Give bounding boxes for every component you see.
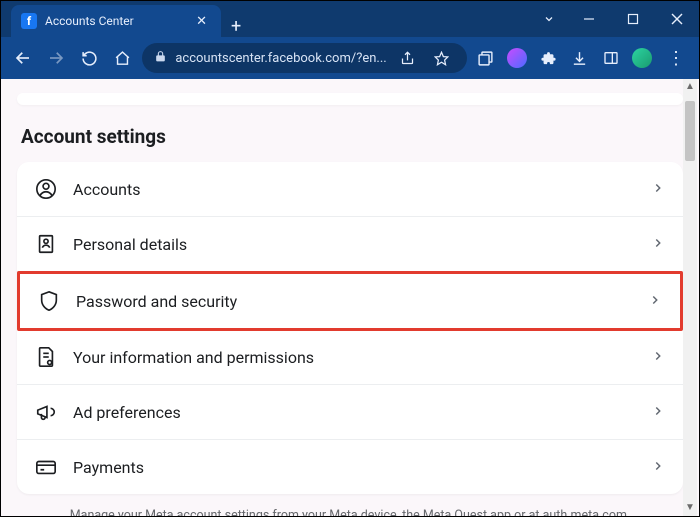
shield-icon: [38, 290, 60, 312]
lock-icon: [154, 50, 167, 67]
footer-help-text: Manage your Meta account settings from y…: [17, 508, 683, 516]
browser-menu-icon[interactable]: ⋮: [661, 48, 691, 69]
maximize-window-button[interactable]: [611, 1, 655, 37]
tab-search-dropdown-icon[interactable]: [531, 10, 567, 29]
scroll-up-arrow-icon[interactable]: ▲: [683, 79, 697, 95]
bookmark-star-icon[interactable]: [429, 45, 455, 71]
forward-button[interactable]: [42, 44, 69, 72]
chevron-right-icon: [651, 235, 665, 254]
row-accounts[interactable]: Accounts: [17, 162, 683, 217]
close-window-button[interactable]: [655, 1, 699, 37]
reload-button[interactable]: [76, 44, 103, 72]
url-text: accountscenter.facebook.com/?en...: [175, 51, 386, 66]
chevron-right-icon: [648, 292, 662, 311]
home-button[interactable]: [109, 44, 136, 72]
close-tab-icon[interactable]: ✕: [192, 14, 211, 29]
row-label: Personal details: [73, 235, 635, 254]
address-bar[interactable]: accountscenter.facebook.com/?en...: [142, 43, 466, 73]
section-title: Account settings: [21, 125, 679, 148]
profile-avatar-icon[interactable]: [630, 45, 655, 71]
chevron-right-icon: [651, 403, 665, 422]
window-controls: [567, 1, 699, 37]
row-password-security[interactable]: Password and security: [17, 271, 683, 331]
row-label: Accounts: [73, 180, 635, 199]
window-titlebar: f Accounts Center ✕ +: [1, 1, 699, 37]
scroll-down-arrow-icon[interactable]: ▼: [683, 500, 697, 516]
browser-tab[interactable]: f Accounts Center ✕: [11, 5, 221, 37]
previous-card-edge: [17, 93, 683, 105]
row-label: Your information and permissions: [73, 348, 635, 367]
chevron-right-icon: [651, 458, 665, 477]
side-panel-icon[interactable]: [598, 45, 623, 71]
tab-title: Accounts Center: [45, 14, 184, 28]
row-label: Ad preferences: [73, 403, 635, 422]
vertical-scrollbar[interactable]: ▲ ▼: [683, 79, 697, 516]
credit-card-icon: [35, 456, 57, 478]
extension-1-icon[interactable]: [504, 45, 529, 71]
megaphone-icon: [35, 401, 57, 423]
new-tab-button[interactable]: +: [221, 16, 251, 37]
share-icon[interactable]: [395, 45, 421, 71]
back-button[interactable]: [9, 44, 36, 72]
extensions-puzzle-icon[interactable]: [535, 45, 560, 71]
downloads-icon[interactable]: [567, 45, 592, 71]
settings-card: Accounts Personal details Password and: [17, 162, 683, 494]
scrollbar-thumb[interactable]: [685, 101, 695, 161]
tab-strip: f Accounts Center ✕ +: [11, 1, 251, 37]
row-label: Password and security: [76, 292, 632, 311]
facebook-favicon: f: [21, 13, 37, 29]
chevron-right-icon: [651, 180, 665, 199]
document-settings-icon: [35, 346, 57, 368]
row-ad-preferences[interactable]: Ad preferences: [17, 385, 683, 440]
chevron-right-icon: [651, 348, 665, 367]
page-viewport: Account settings Accounts Personal detai…: [1, 79, 699, 516]
minimize-window-button[interactable]: [567, 1, 611, 37]
row-payments[interactable]: Payments: [17, 440, 683, 494]
row-personal-details[interactable]: Personal details: [17, 217, 683, 272]
row-label: Payments: [73, 458, 635, 477]
browser-toolbar: accountscenter.facebook.com/?en... ⋮: [1, 37, 699, 79]
row-information-permissions[interactable]: Your information and permissions: [17, 330, 683, 385]
id-card-icon: [35, 233, 57, 255]
person-circle-icon: [35, 178, 57, 200]
tabs-overview-icon[interactable]: [473, 45, 498, 71]
